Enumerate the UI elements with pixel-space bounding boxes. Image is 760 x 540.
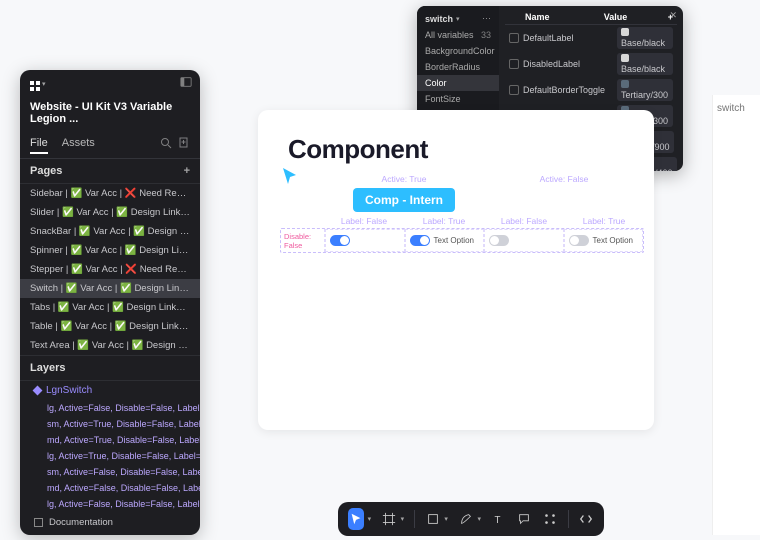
layer-row[interactable]: sm, Active=False, Disable=False, Label=.…	[20, 464, 200, 480]
color-type-icon	[509, 85, 519, 95]
dev-mode-tool[interactable]	[578, 508, 594, 530]
col-active-true: Active: True	[324, 172, 484, 186]
pages-section-header[interactable]: Pages +	[20, 159, 200, 184]
bottom-toolbar: ▾ ▾ ▾ ▾ T	[338, 502, 604, 536]
layer-row[interactable]: md, Active=True, Disable=False, Label=F.…	[20, 432, 200, 448]
doc-icon	[34, 518, 43, 527]
text-tool[interactable]: T	[491, 508, 507, 530]
switch-toggle	[569, 235, 589, 246]
page-row[interactable]: Spinner | ✅ Var Acc | ✅ Design Linked -	[20, 241, 200, 260]
variable-row[interactable]: DisabledLabel Base/black	[505, 51, 677, 77]
variant-icon	[40, 406, 45, 411]
switch-variant-cell[interactable]	[484, 229, 564, 252]
comment-tool[interactable]	[517, 508, 533, 530]
switch-toggle	[489, 235, 509, 246]
color-type-icon	[509, 59, 519, 69]
layer-row[interactable]: lg, Active=False, Disable=False, Label=.…	[20, 400, 200, 416]
page-row[interactable]: Slider | ✅ Var Acc | ✅ Design Linked-	[20, 203, 200, 222]
chevron-down-icon[interactable]: ▾	[42, 80, 46, 88]
switch-toggle	[410, 235, 430, 246]
page-row[interactable]: Sidebar | ✅ Var Acc | ❌ Need Review (Don…	[20, 184, 200, 203]
component-row[interactable]: LgnSwitch	[20, 381, 200, 400]
file-title: Website - UI Kit V3 Variable Legion ...	[20, 97, 200, 133]
right-panel	[712, 95, 760, 535]
layer-row[interactable]: lg, Active=False, Disable=False, Label=.…	[20, 496, 200, 512]
variant-icon	[40, 486, 45, 491]
page-row[interactable]: Switch | ✅ Var Acc | ✅ Design Linked -	[20, 279, 200, 298]
layer-row[interactable]: lg, Active=True, Disable=False, Label=T.…	[20, 448, 200, 464]
move-tool[interactable]	[348, 508, 364, 530]
row-label: Disable: False	[281, 229, 325, 252]
page-row[interactable]: SnackBar | ✅ Var Acc | ✅ Design Linked -	[20, 222, 200, 241]
kebab-icon[interactable]: ⋯	[482, 13, 491, 24]
variant-icon	[40, 438, 45, 443]
page-row[interactable]: Text Area | ✅ Var Acc | ✅ Design Linked …	[20, 336, 200, 355]
variant-icon	[40, 502, 45, 507]
layer-row[interactable]: sm, Active=True, Disable=False, Label=T.…	[20, 416, 200, 432]
design-canvas[interactable]: Component Comp - Intern Active: True Act…	[258, 110, 654, 430]
collection-title[interactable]: switch	[425, 14, 453, 24]
page-row[interactable]: Tabs | ✅ Var Acc | ✅ Design Linked -	[20, 298, 200, 317]
variable-group-row[interactable]: BackgroundColor	[417, 43, 499, 59]
documentation-row[interactable]: Documentation	[20, 512, 200, 533]
variable-group-row[interactable]: BorderRadius	[417, 59, 499, 75]
switch-variant-cell[interactable]	[325, 229, 405, 252]
layers-header: Layers	[20, 355, 200, 381]
col-active-false: Active: False	[484, 172, 644, 186]
left-panel: ▾ Website - UI Kit V3 Variable Legion ..…	[20, 70, 200, 535]
panel-toggle-icon[interactable]	[180, 76, 192, 91]
svg-text:T: T	[495, 514, 501, 525]
chevron-down-icon[interactable]: ▾	[456, 15, 460, 23]
variant-icon	[40, 422, 45, 427]
search-input[interactable]	[717, 101, 756, 116]
page-row[interactable]: Table | ✅ Var Acc | ✅ Design Linked -	[20, 317, 200, 336]
variant-icon	[40, 470, 45, 475]
variable-group-row[interactable]: FontSize	[417, 91, 499, 107]
col-value: Value	[604, 12, 668, 22]
layer-row[interactable]: md, Active=False, Disable=False, Label=.…	[20, 480, 200, 496]
switch-toggle	[330, 235, 350, 246]
variant-icon	[40, 454, 45, 459]
color-type-icon	[509, 33, 519, 43]
variable-group-row[interactable]: All variables33	[417, 27, 499, 43]
component-icon	[33, 386, 43, 396]
search-icon[interactable]	[160, 137, 172, 149]
col-name: Name	[525, 12, 604, 22]
tab-file[interactable]: File	[30, 137, 48, 154]
close-icon[interactable]: ✕	[669, 10, 677, 21]
pen-tool[interactable]	[458, 508, 474, 530]
add-page-button[interactable]: +	[184, 165, 190, 177]
actions-tool[interactable]	[542, 508, 558, 530]
page-title: Component	[288, 134, 428, 165]
variable-row[interactable]: DefaultLabel Base/black	[505, 25, 677, 51]
switch-variant-cell[interactable]: Text Option	[564, 229, 644, 252]
switch-variant-cell[interactable]: Text Option	[405, 229, 485, 252]
add-page-icon[interactable]	[178, 137, 190, 149]
variable-group-row[interactable]: Color	[417, 75, 499, 91]
tab-assets[interactable]: Assets	[62, 137, 95, 154]
frame-tool[interactable]	[381, 508, 397, 530]
shape-tool[interactable]	[425, 508, 441, 530]
variable-row[interactable]: DefaultBorderToggle Tertiary/300	[505, 77, 677, 103]
figma-menu-icon[interactable]	[28, 79, 42, 89]
page-row[interactable]: Stepper | ✅ Var Acc | ❌ Need Review (Don…	[20, 260, 200, 279]
